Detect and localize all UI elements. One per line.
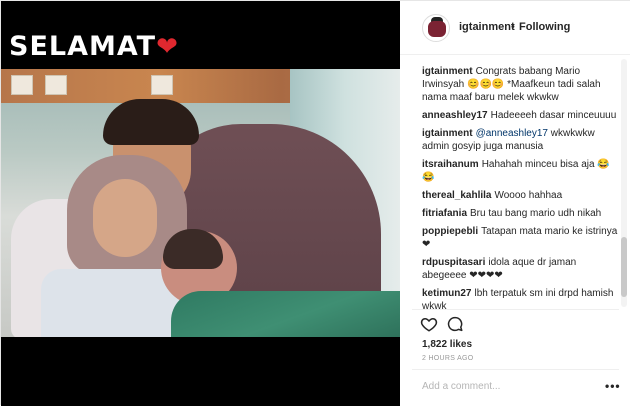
post-header: igtainment • Following <box>400 1 630 55</box>
post-photo <box>1 69 400 337</box>
post-sidebar: igtainment • Following igtainment Congrat… <box>400 1 630 406</box>
heart-icon[interactable] <box>420 315 438 333</box>
comment-item: thereal_kahlila Woooo hahhaa <box>422 189 622 202</box>
comment-item: rdpuspitasari idola aque dr jaman abegeee… <box>422 256 622 282</box>
comment-text: Bru tau bang mario udh nikah <box>470 208 602 219</box>
comment-username[interactable]: igtainment <box>422 66 473 77</box>
more-options-button[interactable]: ••• <box>605 379 621 393</box>
avatar[interactable] <box>422 14 450 42</box>
comment-username[interactable]: itsraihanum <box>422 159 479 170</box>
comment-username[interactable]: thereal_kahlila <box>422 190 491 201</box>
comment-username[interactable]: igtainment <box>422 128 473 139</box>
overlay-heart-icon: ❤ <box>156 32 179 62</box>
photo-wall-outlet <box>11 75 33 95</box>
comment-mention-link[interactable]: @anneashley17 <box>476 128 548 139</box>
comment-item: poppiepebli Tatapan mata mario ke istriny… <box>422 225 622 251</box>
comments-list[interactable]: igtainment Congrats babang Mario Irwinsya… <box>422 65 622 309</box>
header-username[interactable]: igtainment <box>459 21 515 33</box>
header-separator: • <box>511 21 515 33</box>
following-button[interactable]: Following <box>519 21 570 33</box>
instagram-post-window: SELAMAT❤ igtainment • Following igtainme… <box>0 0 630 406</box>
comment-username[interactable]: ketimun27 <box>422 288 471 299</box>
comment-item: itsraihanum Hahahah minceu bisa aja 😂😂 <box>422 158 622 184</box>
divider <box>412 309 619 310</box>
comment-item: fitriafania Bru tau bang mario udh nikah <box>422 207 622 220</box>
photo-woman-face <box>93 179 157 257</box>
comment-username[interactable]: fitriafania <box>422 208 467 219</box>
comment-text: Hadeeeeh dasar minceuuuu <box>490 110 617 121</box>
comment-item: ketimun27 lbh terpatuk sm ini drpd hamish… <box>422 287 622 309</box>
overlay-word: SELAMAT <box>9 31 157 62</box>
comment-bubble-icon[interactable] <box>446 315 464 333</box>
avatar-logo-body <box>428 21 446 37</box>
comment-item: igtainment Congrats babang Mario Irwinsya… <box>422 65 622 104</box>
add-comment-input[interactable]: Add a comment... <box>422 381 500 392</box>
post-media[interactable]: SELAMAT❤ <box>1 1 400 406</box>
comment-username[interactable]: rdpuspitasari <box>422 257 485 268</box>
photo-blanket <box>171 291 400 337</box>
photo-man-hair <box>103 99 199 145</box>
post-timestamp: 2 HOURS AGO <box>422 355 474 362</box>
photo-wall-outlet <box>45 75 67 95</box>
comment-item: igtainment @anneashley17 wkwkwkw admin go… <box>422 127 622 153</box>
divider <box>412 369 619 370</box>
comment-username[interactable]: anneashley17 <box>422 110 488 121</box>
comment-username[interactable]: poppiepebli <box>422 226 478 237</box>
photo-wall-outlet <box>151 75 173 95</box>
post-overlay-text: SELAMAT❤ <box>9 31 179 62</box>
comment-text: Woooo hahhaa <box>494 190 563 201</box>
comments-scrollbar-thumb[interactable] <box>621 237 627 297</box>
comment-item: anneashley17 Hadeeeeh dasar minceuuuu <box>422 109 622 122</box>
likes-count[interactable]: 1,822 likes <box>422 339 472 350</box>
